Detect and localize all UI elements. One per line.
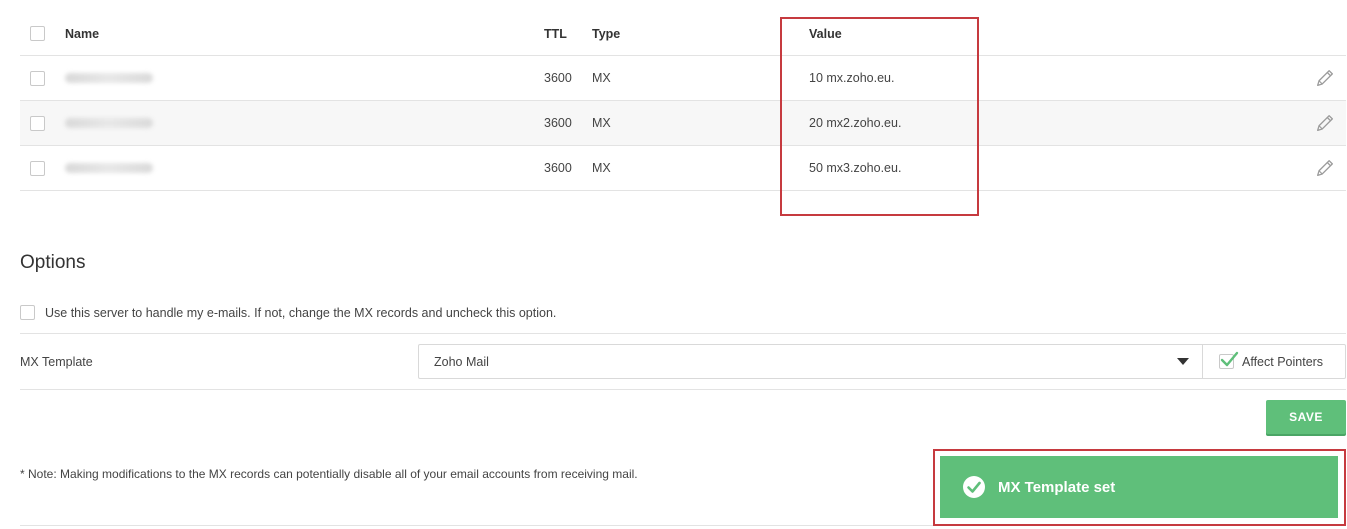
redacted-name [65, 118, 153, 128]
row-type: MX [592, 161, 611, 175]
table-row: 3600 MX 10 mx.zoho.eu. [20, 56, 1346, 101]
edit-record-button[interactable] [1314, 56, 1336, 100]
header-value[interactable]: Value [809, 12, 842, 55]
row-checkbox[interactable] [30, 70, 45, 86]
toast-highlight: MX Template set [933, 449, 1346, 526]
options-title: Options [20, 252, 86, 273]
row-value: 10 mx.zoho.eu. [809, 71, 895, 85]
row-name-cell [65, 56, 153, 100]
affect-pointers-toggle[interactable]: Affect Pointers [1202, 344, 1346, 379]
header-type[interactable]: Type [592, 12, 620, 55]
mx-records-table: Name TTL Type Value 3600 MX 10 mx.zoho.e… [20, 12, 1346, 191]
row-name-cell [65, 146, 153, 190]
row-type: MX [592, 71, 611, 85]
row-type: MX [592, 116, 611, 130]
select-all-cell[interactable] [30, 12, 45, 55]
row-ttl: 3600 [544, 116, 572, 130]
header-ttl[interactable]: TTL [544, 12, 567, 55]
table-row: 3600 MX 20 mx2.zoho.eu. [20, 101, 1346, 146]
row-value: 50 mx3.zoho.eu. [809, 161, 902, 175]
edit-record-button[interactable] [1314, 101, 1336, 145]
check-icon [1220, 351, 1239, 367]
use-server-checkbox[interactable] [20, 305, 35, 320]
redacted-name [65, 163, 153, 173]
row-checkbox[interactable] [30, 115, 45, 131]
divider [20, 525, 933, 526]
affect-pointers-label[interactable]: Affect Pointers [1242, 355, 1323, 369]
save-button[interactable]: SAVE [1266, 400, 1346, 434]
table-header: Name TTL Type Value [20, 12, 1346, 56]
toast-message: MX Template set [998, 478, 1116, 496]
mx-template-row: MX Template Zoho Mail Affect Pointers [20, 335, 1346, 390]
redacted-name [65, 73, 153, 83]
check-circle-icon [963, 476, 985, 498]
header-name[interactable]: Name [65, 12, 99, 55]
mx-template-label: MX Template [20, 355, 93, 369]
chevron-down-icon[interactable] [1177, 358, 1189, 365]
row-checkbox-cell[interactable] [30, 101, 45, 145]
table-row: 3600 MX 50 mx3.zoho.eu. [20, 146, 1346, 191]
row-ttl: 3600 [544, 161, 572, 175]
mx-warning-note: * Note: Making modifications to the MX r… [20, 467, 638, 481]
row-checkbox-cell[interactable] [30, 56, 45, 100]
row-name-cell [65, 101, 153, 145]
edit-record-button[interactable] [1314, 146, 1336, 190]
row-checkbox[interactable] [30, 160, 45, 176]
pencil-icon[interactable] [1314, 157, 1336, 179]
mx-template-select[interactable]: Zoho Mail [418, 344, 1203, 379]
pencil-icon[interactable] [1314, 67, 1336, 89]
affect-pointers-checkbox[interactable] [1219, 351, 1239, 369]
success-toast[interactable]: MX Template set [940, 456, 1338, 518]
row-ttl: 3600 [544, 71, 572, 85]
row-checkbox-cell[interactable] [30, 146, 45, 190]
row-value: 20 mx2.zoho.eu. [809, 116, 902, 130]
select-all-checkbox[interactable] [30, 26, 45, 41]
pencil-icon[interactable] [1314, 112, 1336, 134]
use-server-option[interactable]: Use this server to handle my e-mails. If… [20, 298, 1346, 334]
use-server-label[interactable]: Use this server to handle my e-mails. If… [45, 306, 556, 320]
mx-template-value[interactable]: Zoho Mail [434, 355, 489, 369]
